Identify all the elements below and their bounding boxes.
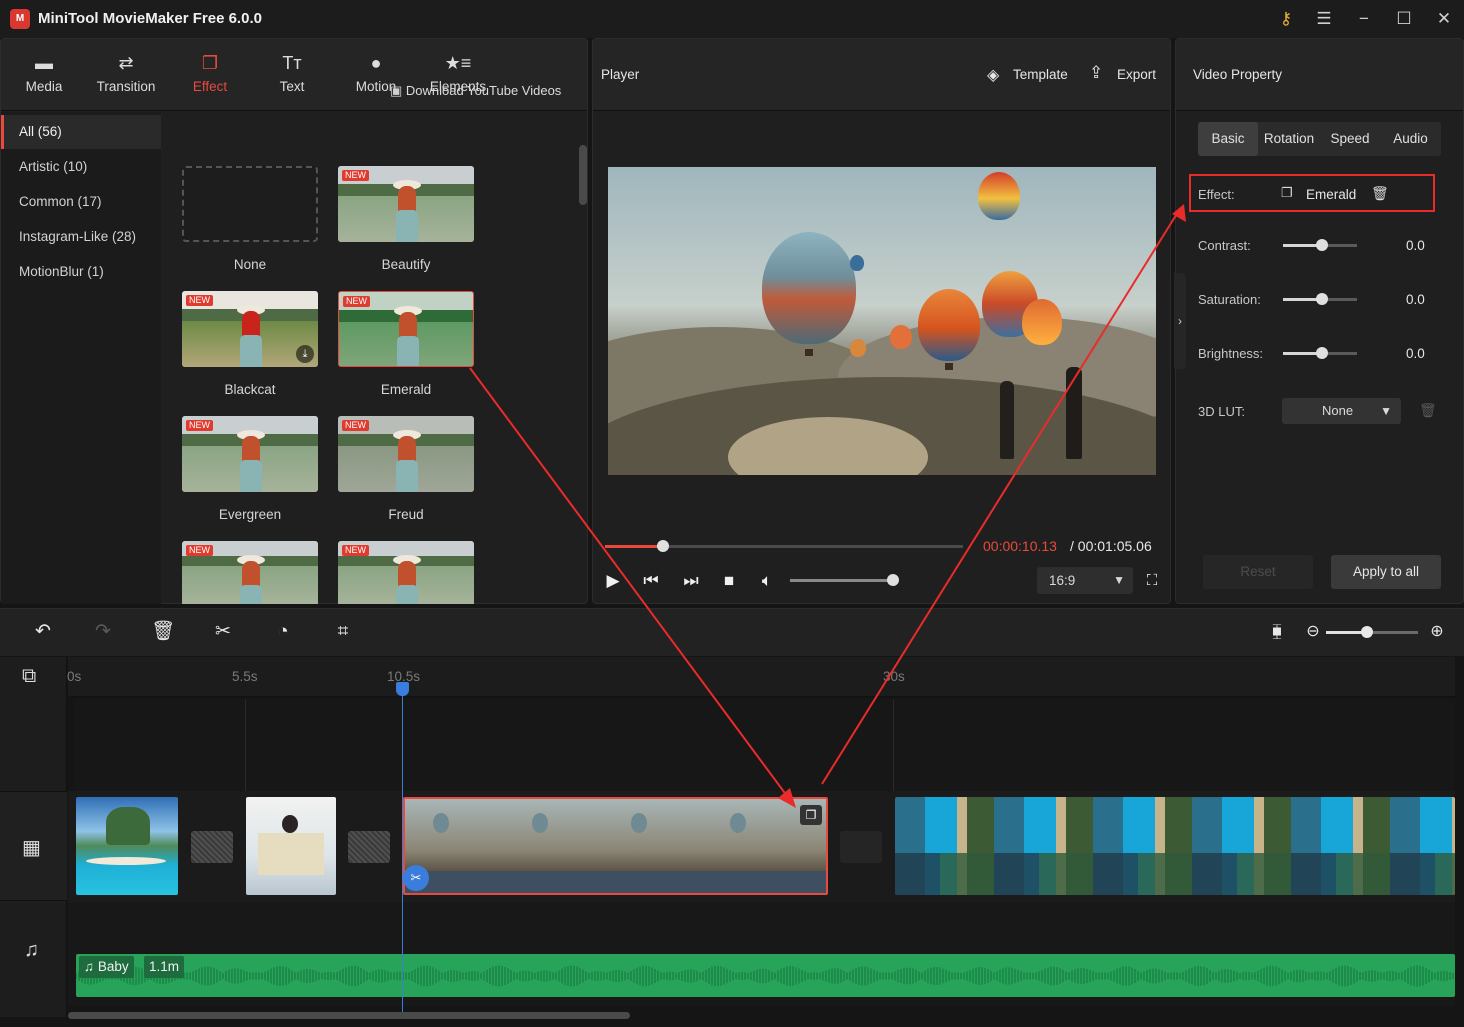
annotation-arrows <box>469 204 1186 808</box>
